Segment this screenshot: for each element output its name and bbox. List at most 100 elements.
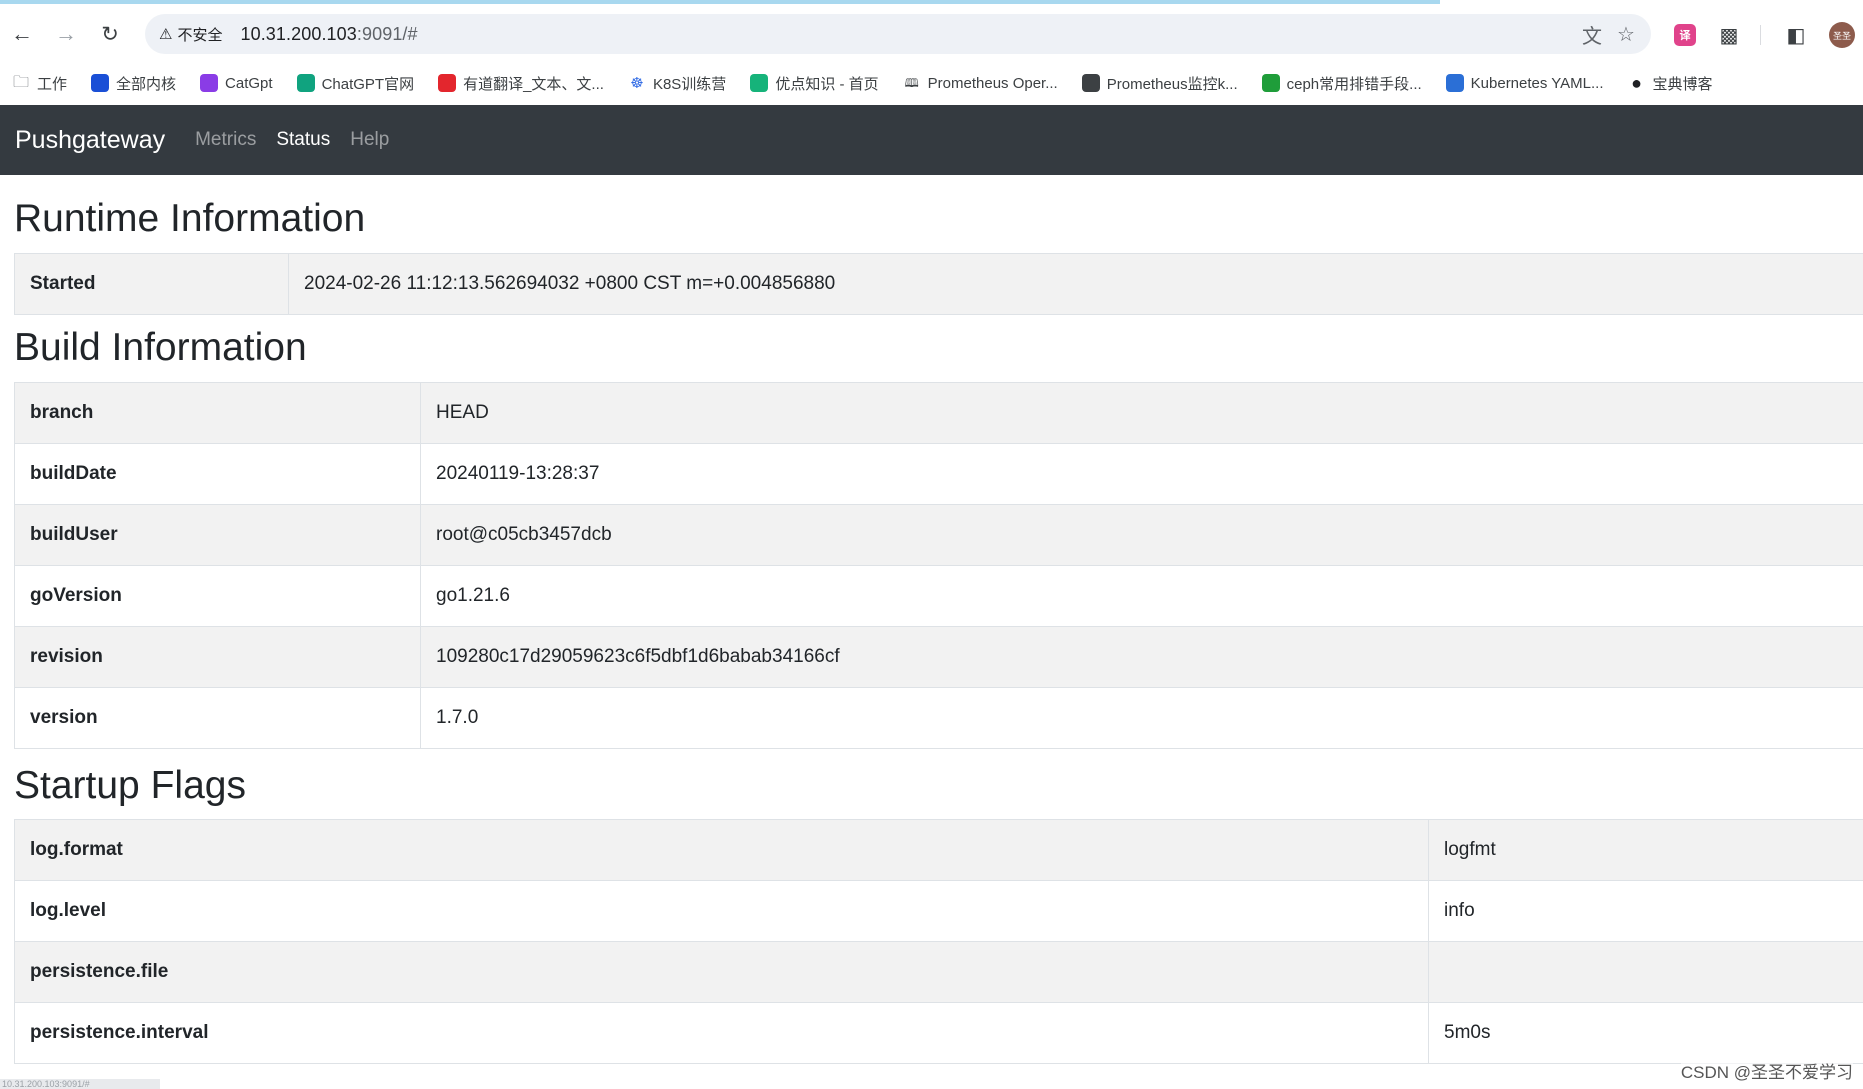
bookmark-label: ceph常用排错手段... <box>1286 75 1422 93</box>
bookmark-label: K8S训练营 <box>652 75 727 93</box>
row-key: buildUser <box>14 503 421 566</box>
bookmarks-bar: 🗀 工作 全部内核 CatGpt ChatGPT官网 有道翻译_文本、文... ☸ K8S训练… <box>0 64 1863 102</box>
kube-yaml-icon <box>1445 74 1464 92</box>
bookmark-item[interactable]: 有道翻译_文本、文... <box>438 73 604 94</box>
book-icon: 🕮 <box>904 76 919 90</box>
row-value: 1.7.0 <box>420 686 1863 749</box>
browser-chrome: ← → ↻ ⚠ 不安全 10.31.200.103:9091/# 文 ☆ 译 ▩… <box>0 0 1863 105</box>
main-content: Runtime Information Started 2024-02-26 11… <box>0 196 1863 1065</box>
globe-icon: ● <box>1631 73 1642 93</box>
brand-link[interactable]: Pushgateway <box>15 126 165 155</box>
forward-icon[interactable]: → <box>52 20 80 48</box>
row-value <box>1428 941 1863 1004</box>
bookmark-label: ChatGPT官网 <box>321 75 415 93</box>
bookmark-label: 优点知识 - 首页 <box>775 75 879 93</box>
status-url-hint: 10.31.200.103:9091/# <box>0 1079 160 1089</box>
translate-icon[interactable]: 文 <box>1579 21 1605 48</box>
row-value: HEAD <box>420 381 1863 444</box>
runtime-table: Started 2024-02-26 11:12:13.562694032 +08… <box>14 252 1863 315</box>
table-row: log.format logfmt <box>14 819 1863 882</box>
table-row: version 1.7.0 <box>14 686 1863 749</box>
bookmark-label: 全部内核 <box>116 75 177 93</box>
extensions-puzzle-icon[interactable]: ▩ <box>1715 21 1743 49</box>
row-value: root@c05cb3457dcb <box>420 503 1863 566</box>
reload-icon[interactable]: ↻ <box>96 20 124 48</box>
chatgpt-icon <box>296 74 315 92</box>
fr-icon <box>91 74 110 92</box>
url-path: :9091/# <box>356 23 418 44</box>
prometheus-icon <box>1081 74 1100 92</box>
top-navbar: Pushgateway Metrics Status Help <box>0 105 1863 175</box>
runtime-heading: Runtime Information <box>14 197 366 240</box>
row-key: buildDate <box>14 442 421 505</box>
build-heading: Build Information <box>14 325 307 369</box>
table-row: branch HEAD <box>14 381 1863 444</box>
nav-status[interactable]: Status <box>276 129 330 151</box>
toolbar-divider <box>1760 25 1761 45</box>
flags-heading: Startup Flags <box>14 763 246 807</box>
k8s-icon: ☸ <box>630 74 644 92</box>
table-row: log.level info <box>14 880 1863 943</box>
table-row: goVersion go1.21.6 <box>14 564 1863 627</box>
build-table: branch HEAD buildDate 20240119-13:28:37 buil… <box>14 381 1863 749</box>
side-panel-icon[interactable]: ◧ <box>1782 21 1810 49</box>
row-key: version <box>14 686 421 749</box>
nav-metrics[interactable]: Metrics <box>195 129 256 151</box>
row-key: branch <box>14 381 421 444</box>
youdian-icon <box>750 74 769 92</box>
ceph-icon <box>1261 74 1280 92</box>
extension-translate-icon[interactable]: 译 <box>1671 21 1699 49</box>
row-key: goVersion <box>14 564 421 627</box>
bookmark-item[interactable]: ChatGPT官网 <box>296 73 415 94</box>
table-row: buildDate 20240119-13:28:37 <box>14 442 1863 505</box>
table-row: Started 2024-02-26 11:12:13.562694032 +08… <box>14 252 1863 315</box>
row-key: persistence.interval <box>14 1002 1429 1065</box>
bookmark-star-icon[interactable]: ☆ <box>1613 21 1639 47</box>
bookmark-item[interactable]: 全部内核 <box>91 73 176 94</box>
security-chip[interactable]: ⚠ 不安全 <box>159 24 222 45</box>
address-bar[interactable]: ⚠ 不安全 10.31.200.103:9091/# 文 ☆ <box>145 14 1651 54</box>
row-key: log.format <box>14 819 1429 882</box>
bookmark-item[interactable]: ● 宝典博客 <box>1628 73 1713 94</box>
url-text[interactable]: 10.31.200.103:9091/# <box>240 24 417 45</box>
youdao-icon <box>438 74 457 92</box>
row-value: 20240119-13:28:37 <box>420 442 1863 505</box>
security-label: 不安全 <box>177 26 223 44</box>
row-value: 109280c17d29059623c6f5dbf1d6babab34166cf <box>420 625 1863 688</box>
bookmark-label: CatGpt <box>225 74 273 92</box>
row-value: 5m0s <box>1428 1002 1863 1065</box>
csdn-watermark: CSDN @圣圣不爱学习 <box>1680 1058 1853 1083</box>
bookmark-item[interactable]: 🕮 Prometheus Oper... <box>903 74 1058 92</box>
table-row: persistence.file <box>14 941 1863 1004</box>
bookmark-label: 宝典博客 <box>1652 75 1713 93</box>
bookmark-label: 工作 <box>37 75 68 93</box>
bookmark-item[interactable]: ceph常用排错手段... <box>1261 73 1422 94</box>
bookmark-label: Kubernetes YAML... <box>1470 74 1604 92</box>
pushgateway-page: Pushgateway Metrics Status Help Runtime … <box>0 105 1863 1089</box>
url-host: 10.31.200.103 <box>240 23 357 44</box>
row-key: Started <box>14 252 289 315</box>
bookmark-label: 有道翻译_文本、文... <box>463 75 604 93</box>
warning-icon: ⚠ <box>159 26 173 43</box>
row-key: log.level <box>14 880 1429 943</box>
back-icon[interactable]: ← <box>8 20 36 48</box>
folder-icon: 🗀 <box>12 74 29 91</box>
bookmark-item[interactable]: CatGpt <box>200 74 273 92</box>
bookmark-label: Prometheus监控k... <box>1106 75 1238 93</box>
table-row: persistence.interval 5m0s <box>14 1002 1863 1065</box>
bookmark-item[interactable]: 优点知识 - 首页 <box>750 73 879 94</box>
bookmark-item[interactable]: Kubernetes YAML... <box>1445 74 1604 92</box>
catgpt-icon <box>200 74 219 92</box>
profile-avatar[interactable]: 圣圣 <box>1828 21 1856 49</box>
bookmark-item[interactable]: Prometheus监控k... <box>1081 73 1238 94</box>
bookmark-item[interactable]: 🗀 工作 <box>12 73 67 94</box>
bookmark-item[interactable]: ☸ K8S训练营 <box>628 73 726 94</box>
row-value: logfmt <box>1428 819 1863 882</box>
row-key: persistence.file <box>14 941 1429 1004</box>
row-value: 2024-02-26 11:12:13.562694032 +0800 CST … <box>288 252 1863 315</box>
browser-toolbar: ← → ↻ ⚠ 不安全 10.31.200.103:9091/# 文 ☆ 译 ▩… <box>0 4 1863 62</box>
nav-help[interactable]: Help <box>350 129 389 151</box>
row-key: revision <box>14 625 421 688</box>
row-value: info <box>1428 880 1863 943</box>
row-value: go1.21.6 <box>420 564 1863 627</box>
